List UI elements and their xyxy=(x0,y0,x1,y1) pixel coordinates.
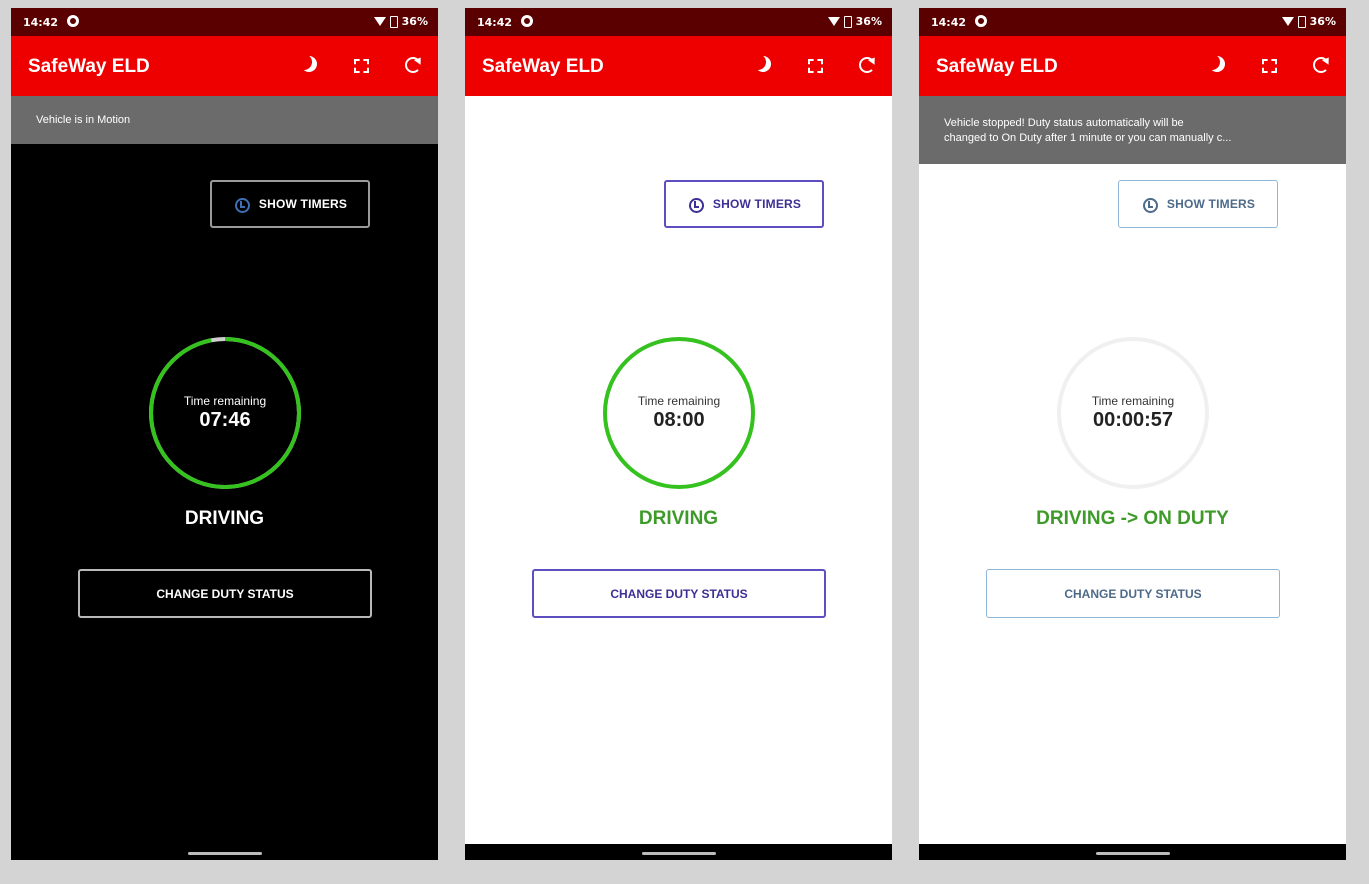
banner-text: Vehicle is in Motion xyxy=(36,114,131,126)
sync-icon xyxy=(67,15,79,27)
nav-bar xyxy=(919,844,1346,860)
phone-screen-light: 14:42 36% SafeWay ELD SHOW TIMERS Time r… xyxy=(465,8,892,860)
moon-icon[interactable] xyxy=(1204,54,1228,76)
sync-icon xyxy=(521,15,533,27)
status-banner: Vehicle is in Motion xyxy=(11,96,438,144)
duty-status: DRIVING xyxy=(638,508,719,529)
home-indicator[interactable] xyxy=(641,852,716,855)
time-remaining-value: 08:00 xyxy=(653,409,705,431)
app-title: SafeWay ELD xyxy=(482,56,604,77)
change-duty-status-button[interactable]: CHANGE DUTY STATUS xyxy=(986,569,1280,618)
alarm-clock-icon xyxy=(687,195,705,213)
nav-bar xyxy=(11,844,438,860)
time-remaining-label: Time remaining xyxy=(1091,394,1175,408)
nav-bar xyxy=(465,844,892,860)
show-timers-button[interactable]: SHOW TIMERS xyxy=(1118,180,1278,228)
time-remaining-value: 00:00:57 xyxy=(1092,409,1174,431)
wifi-icon xyxy=(827,17,840,26)
show-timers-button[interactable]: SHOW TIMERS xyxy=(664,180,824,228)
status-bar: 14:42 36% xyxy=(11,8,438,36)
time-remaining-ring: Time remaining 08:00 xyxy=(599,333,759,493)
time-remaining-value: 07:46 xyxy=(199,409,251,431)
refresh-icon[interactable] xyxy=(1310,54,1332,76)
phone-screen-dark: 14:42 36% SafeWay ELD Vehicle is in Moti… xyxy=(11,8,438,860)
time-remaining-label: Time remaining xyxy=(637,394,721,408)
app-title: SafeWay ELD xyxy=(936,56,1058,77)
battery-percent: 36% xyxy=(401,15,428,28)
time-remaining-ring: Time remaining 00:00:57 xyxy=(1053,333,1213,493)
refresh-icon[interactable] xyxy=(856,54,878,76)
alarm-clock-icon xyxy=(1141,195,1159,213)
change-duty-status-button[interactable]: CHANGE DUTY STATUS xyxy=(78,569,372,618)
app-bar: SafeWay ELD xyxy=(919,36,1346,96)
time-remaining-label: Time remaining xyxy=(183,394,267,408)
time-remaining-ring: Time remaining 07:46 xyxy=(145,333,305,493)
status-bar: 14:42 36% xyxy=(919,8,1346,36)
moon-icon[interactable] xyxy=(750,54,774,76)
clock: 14:42 xyxy=(23,16,59,29)
show-timers-label: SHOW TIMERS xyxy=(258,197,348,211)
status-banner: Vehicle stopped! Duty status automatical… xyxy=(919,96,1346,164)
wifi-icon xyxy=(373,17,386,26)
home-indicator[interactable] xyxy=(1095,852,1170,855)
refresh-icon[interactable] xyxy=(402,54,424,76)
battery-percent: 36% xyxy=(1309,15,1336,28)
battery-percent: 36% xyxy=(855,15,882,28)
phone-screen-stopped: 14:42 36% SafeWay ELD Vehicle stopped! D… xyxy=(919,8,1346,860)
duty-status: DRIVING xyxy=(184,508,265,529)
duty-status: DRIVING -> ON DUTY xyxy=(1036,508,1229,529)
fullscreen-icon[interactable] xyxy=(804,54,826,76)
battery-icon xyxy=(1297,15,1306,28)
status-bar: 14:42 36% xyxy=(465,8,892,36)
fullscreen-icon[interactable] xyxy=(1258,54,1280,76)
app-title: SafeWay ELD xyxy=(28,56,150,77)
banner-text-line-2: changed to On Duty after 1 minute or you… xyxy=(944,132,1232,144)
moon-icon[interactable] xyxy=(296,54,320,76)
show-timers-button[interactable]: SHOW TIMERS xyxy=(210,180,370,228)
banner-text-line-1: Vehicle stopped! Duty status automatical… xyxy=(944,117,1184,129)
battery-icon xyxy=(843,15,852,28)
app-bar: SafeWay ELD xyxy=(11,36,438,96)
alarm-clock-icon xyxy=(233,195,251,213)
home-indicator[interactable] xyxy=(187,852,262,855)
clock: 14:42 xyxy=(477,16,513,29)
app-bar: SafeWay ELD xyxy=(465,36,892,96)
wifi-icon xyxy=(1281,17,1294,26)
clock: 14:42 xyxy=(931,16,967,29)
show-timers-label: SHOW TIMERS xyxy=(1166,197,1256,211)
show-timers-label: SHOW TIMERS xyxy=(712,197,802,211)
sync-icon xyxy=(975,15,987,27)
change-duty-status-button[interactable]: CHANGE DUTY STATUS xyxy=(532,569,826,618)
fullscreen-icon[interactable] xyxy=(350,54,372,76)
battery-icon xyxy=(389,15,398,28)
